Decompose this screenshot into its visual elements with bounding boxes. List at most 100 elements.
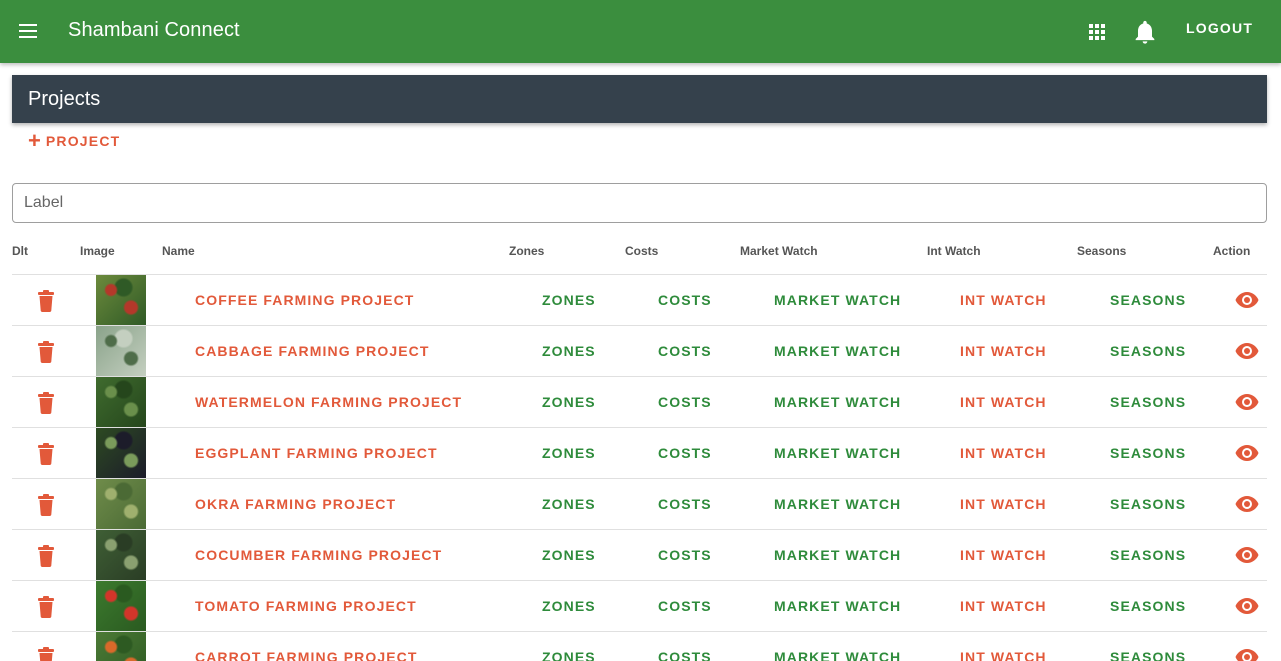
market-watch-link[interactable]: MARKET WATCH	[774, 394, 901, 410]
market-watch-link[interactable]: MARKET WATCH	[774, 343, 901, 359]
table-row: EGGPLANT FARMING PROJECT ZONES COSTS MARKET…	[12, 427, 1267, 478]
zones-link[interactable]: ZONES	[542, 292, 596, 308]
project-name-link[interactable]: COFFEE FARMING PROJECT	[195, 292, 414, 308]
zones-link[interactable]: ZONES	[542, 547, 596, 563]
bell-icon[interactable]	[1131, 18, 1159, 46]
market-watch-link[interactable]: MARKET WATCH	[774, 649, 901, 661]
column-header-name: Name	[162, 244, 195, 258]
delete-icon[interactable]	[36, 290, 56, 312]
int-watch-link[interactable]: INT WATCH	[960, 394, 1047, 410]
costs-link[interactable]: COSTS	[658, 292, 712, 308]
project-name-link[interactable]: WATERMELON FARMING PROJECT	[195, 394, 462, 410]
column-header-image: Image	[80, 244, 115, 258]
delete-icon[interactable]	[36, 494, 56, 516]
column-header-dlt: Dlt	[12, 244, 28, 258]
column-header-action: Action	[1213, 244, 1251, 258]
table-row: COFFEE FARMING PROJECT ZONES COSTS MARKET W…	[12, 274, 1267, 325]
project-thumbnail-watermelon-field	[96, 377, 146, 427]
view-eye-icon[interactable]	[1235, 597, 1259, 615]
seasons-link[interactable]: SEASONS	[1110, 598, 1186, 614]
seasons-link[interactable]: SEASONS	[1110, 445, 1186, 461]
seasons-link[interactable]: SEASONS	[1110, 649, 1186, 661]
table-row: COCUMBER FARMING PROJECT ZONES COSTS MARKET…	[12, 529, 1267, 580]
column-header-zones: Zones	[509, 244, 545, 258]
view-eye-icon[interactable]	[1235, 291, 1259, 309]
view-eye-icon[interactable]	[1235, 546, 1259, 564]
column-header-costs: Costs	[625, 244, 659, 258]
view-eye-icon[interactable]	[1235, 495, 1259, 513]
add-project-button[interactable]: + PROJECT	[28, 130, 120, 152]
seasons-link[interactable]: SEASONS	[1110, 292, 1186, 308]
table-row: CABBAGE FARMING PROJECT ZONES COSTS MARKET …	[12, 325, 1267, 376]
column-header-market-watch: Market Watch	[740, 244, 818, 258]
project-thumbnail-tomato-plant	[96, 581, 146, 631]
seasons-link[interactable]: SEASONS	[1110, 547, 1186, 563]
delete-icon[interactable]	[36, 647, 56, 661]
costs-link[interactable]: COSTS	[658, 343, 712, 359]
table-row: TOMATO FARMING PROJECT ZONES COSTS MARKET W…	[12, 580, 1267, 631]
view-eye-icon[interactable]	[1235, 342, 1259, 360]
delete-icon[interactable]	[36, 392, 56, 414]
costs-link[interactable]: COSTS	[658, 445, 712, 461]
delete-icon[interactable]	[36, 443, 56, 465]
int-watch-link[interactable]: INT WATCH	[960, 292, 1047, 308]
market-watch-link[interactable]: MARKET WATCH	[774, 496, 901, 512]
delete-icon[interactable]	[36, 545, 56, 567]
delete-icon[interactable]	[36, 341, 56, 363]
int-watch-link[interactable]: INT WATCH	[960, 547, 1047, 563]
section-header: Projects	[12, 75, 1267, 123]
project-thumbnail-cucumber-plant	[96, 530, 146, 580]
costs-link[interactable]: COSTS	[658, 496, 712, 512]
project-thumbnail-eggplant-plant	[96, 428, 146, 478]
costs-link[interactable]: COSTS	[658, 394, 712, 410]
column-header-seasons: Seasons	[1077, 244, 1127, 258]
table-row: WATERMELON FARMING PROJECT ZONES COSTS MARK…	[12, 376, 1267, 427]
logout-button[interactable]: LOGOUT	[1176, 20, 1263, 42]
zones-link[interactable]: ZONES	[542, 598, 596, 614]
zones-link[interactable]: ZONES	[542, 343, 596, 359]
project-thumbnail-coffee-plant	[96, 275, 146, 325]
seasons-link[interactable]: SEASONS	[1110, 394, 1186, 410]
market-watch-link[interactable]: MARKET WATCH	[774, 445, 901, 461]
project-thumbnail-cabbage-field	[96, 326, 146, 376]
project-name-link[interactable]: EGGPLANT FARMING PROJECT	[195, 445, 438, 461]
add-project-label: PROJECT	[45, 133, 121, 149]
zones-link[interactable]: ZONES	[542, 394, 596, 410]
seasons-link[interactable]: SEASONS	[1110, 343, 1186, 359]
int-watch-link[interactable]: INT WATCH	[960, 496, 1047, 512]
zones-link[interactable]: ZONES	[542, 445, 596, 461]
plus-icon: +	[28, 128, 41, 153]
project-name-link[interactable]: CABBAGE FARMING PROJECT	[195, 343, 430, 359]
costs-link[interactable]: COSTS	[658, 649, 712, 661]
seasons-link[interactable]: SEASONS	[1110, 496, 1186, 512]
menu-icon[interactable]	[14, 17, 42, 45]
int-watch-link[interactable]: INT WATCH	[960, 649, 1047, 661]
label-search-input[interactable]	[12, 183, 1267, 223]
delete-icon[interactable]	[36, 596, 56, 618]
int-watch-link[interactable]: INT WATCH	[960, 445, 1047, 461]
apps-grid-icon[interactable]	[1084, 19, 1110, 45]
market-watch-link[interactable]: MARKET WATCH	[774, 598, 901, 614]
view-eye-icon[interactable]	[1235, 648, 1259, 661]
app-title: Shambani Connect	[68, 19, 240, 41]
market-watch-link[interactable]: MARKET WATCH	[774, 292, 901, 308]
view-eye-icon[interactable]	[1235, 393, 1259, 411]
costs-link[interactable]: COSTS	[658, 547, 712, 563]
app-bar: Shambani Connect LOGOUT	[0, 0, 1281, 63]
project-name-link[interactable]: TOMATO FARMING PROJECT	[195, 598, 417, 614]
project-thumbnail-carrot-harvest	[96, 632, 146, 661]
view-eye-icon[interactable]	[1235, 444, 1259, 462]
zones-link[interactable]: ZONES	[542, 649, 596, 661]
column-header-int-watch: Int Watch	[927, 244, 981, 258]
project-name-link[interactable]: CARROT FARMING PROJECT	[195, 649, 418, 661]
project-name-link[interactable]: COCUMBER FARMING PROJECT	[195, 547, 442, 563]
project-name-link[interactable]: OKRA FARMING PROJECT	[195, 496, 396, 512]
projects-table-body: COFFEE FARMING PROJECT ZONES COSTS MARKET W…	[12, 274, 1267, 661]
costs-link[interactable]: COSTS	[658, 598, 712, 614]
zones-link[interactable]: ZONES	[542, 496, 596, 512]
project-thumbnail-okra-plant	[96, 479, 146, 529]
market-watch-link[interactable]: MARKET WATCH	[774, 547, 901, 563]
int-watch-link[interactable]: INT WATCH	[960, 343, 1047, 359]
table-row: OKRA FARMING PROJECT ZONES COSTS MARKET WAT…	[12, 478, 1267, 529]
int-watch-link[interactable]: INT WATCH	[960, 598, 1047, 614]
